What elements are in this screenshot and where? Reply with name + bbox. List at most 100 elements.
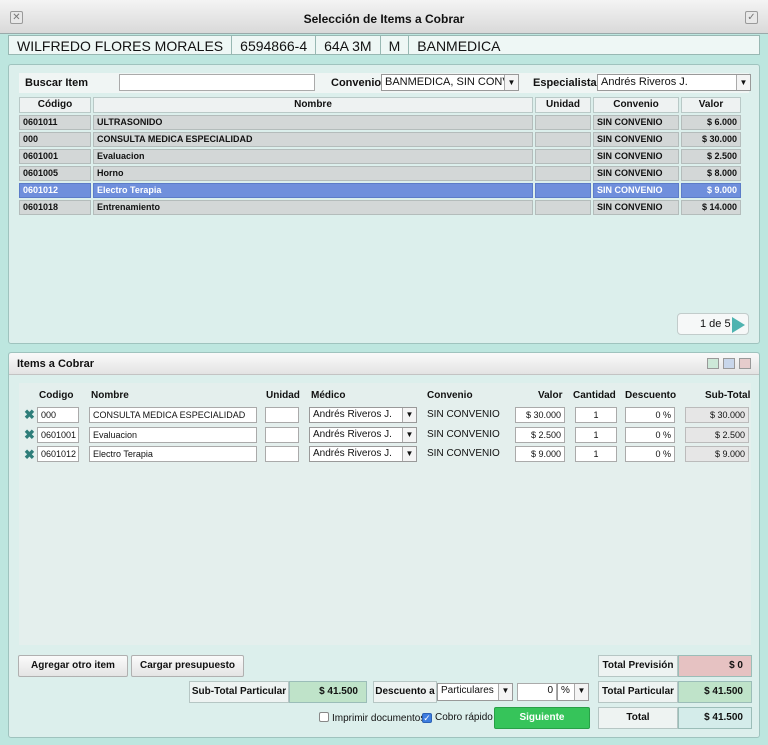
catalog-row[interactable]: 0601005 Horno SIN CONVENIO $ 8.000 bbox=[19, 166, 741, 182]
cell-valor: $ 30.000 bbox=[681, 132, 741, 147]
patient-name: WILFREDO FLORES MORALES bbox=[9, 36, 233, 54]
col-header-cantidad: Cantidad bbox=[573, 390, 616, 401]
confirm-check-icon[interactable]: ✓ bbox=[745, 11, 758, 24]
checkbox-box[interactable] bbox=[319, 712, 329, 722]
cell-unidad bbox=[535, 166, 591, 181]
total-value: $ 41.500 bbox=[678, 707, 752, 729]
cell-convenio: SIN CONVENIO bbox=[593, 166, 679, 181]
item-medico-select[interactable]: Andrés Riveros J. ▼ bbox=[309, 427, 417, 443]
especialista-label: Especialista bbox=[533, 77, 597, 89]
total-particular-value: $ 41.500 bbox=[678, 681, 752, 703]
buscar-label: Buscar Item bbox=[25, 77, 88, 89]
patient-insurer: BANMEDICA bbox=[417, 38, 501, 54]
cell-unidad bbox=[535, 149, 591, 164]
item-codigo-input[interactable]: 0601001 bbox=[37, 427, 79, 443]
patient-sex: M bbox=[381, 36, 410, 54]
total-particular-label: Total Particular bbox=[598, 681, 678, 703]
pagination: 1 de 5 bbox=[677, 313, 749, 335]
item-nombre-input[interactable]: Electro Terapia bbox=[89, 446, 257, 462]
especialista-select[interactable]: Andrés Riveros J. ▼ bbox=[597, 74, 751, 91]
remove-item-icon[interactable]: ✖ bbox=[24, 408, 35, 421]
cell-convenio: SIN CONVENIO bbox=[593, 200, 679, 215]
cell-nombre: ULTRASONIDO bbox=[93, 115, 533, 130]
item-cantidad-input[interactable]: 1 bbox=[575, 407, 617, 423]
col-header-nombre[interactable]: Nombre bbox=[93, 97, 533, 113]
catalog-row[interactable]: 0601001 Evaluacion SIN CONVENIO $ 2.500 bbox=[19, 149, 741, 165]
descuento-value-input[interactable]: 0 bbox=[517, 683, 557, 701]
cell-unidad bbox=[535, 115, 591, 130]
item-medico-select[interactable]: Andrés Riveros J. ▼ bbox=[309, 407, 417, 423]
convenio-select-value: BANMEDICA, SIN CONVE... bbox=[385, 76, 519, 88]
cell-valor: $ 8.000 bbox=[681, 166, 741, 181]
patient-age: 64A 3M bbox=[316, 36, 381, 54]
col-header-codigo[interactable]: Código bbox=[19, 97, 91, 113]
dialog-window: ✕ Selección de Items a Cobrar ✓ WILFREDO… bbox=[0, 0, 768, 745]
descuento-target-select[interactable]: Particulares ▼ bbox=[437, 683, 513, 701]
cell-codigo: 0601001 bbox=[19, 149, 91, 164]
view-red-icon[interactable] bbox=[739, 358, 751, 369]
total-label: Total bbox=[598, 707, 678, 729]
convenio-select[interactable]: BANMEDICA, SIN CONVE... ▼ bbox=[381, 74, 519, 91]
item-valor-input[interactable]: $ 9.000 bbox=[515, 446, 565, 462]
cell-codigo: 000 bbox=[19, 132, 91, 147]
cell-convenio: SIN CONVENIO bbox=[593, 132, 679, 147]
cargar-presupuesto-button[interactable]: Cargar presupuesto bbox=[131, 655, 244, 677]
item-medico-value: Andrés Riveros J. bbox=[313, 429, 392, 440]
item-unidad-input[interactable] bbox=[265, 407, 299, 423]
subtotal-particular-label: Sub-Total Particular bbox=[189, 681, 289, 703]
remove-item-icon[interactable]: ✖ bbox=[24, 448, 35, 461]
cell-codigo: 0601005 bbox=[19, 166, 91, 181]
catalog-row[interactable]: 0601011 ULTRASONIDO SIN CONVENIO $ 6.000 bbox=[19, 115, 741, 131]
cell-nombre: Evaluacion bbox=[93, 149, 533, 164]
cell-unidad bbox=[535, 132, 591, 147]
col-header-unidad[interactable]: Unidad bbox=[535, 97, 591, 113]
col-header-codigo: Codigo bbox=[39, 390, 74, 401]
next-page-icon[interactable] bbox=[732, 317, 745, 333]
check-icon[interactable]: ✓ bbox=[422, 713, 432, 723]
view-green-icon[interactable] bbox=[707, 358, 719, 369]
col-header-convenio[interactable]: Convenio bbox=[593, 97, 679, 113]
item-medico-select[interactable]: Andrés Riveros J. ▼ bbox=[309, 446, 417, 462]
catalog-row[interactable]: 000 CONSULTA MEDICA ESPECIALIDAD SIN CON… bbox=[19, 132, 741, 148]
especialista-select-value: Andrés Riveros J. bbox=[601, 76, 688, 88]
catalog-row[interactable]: 0601018 Entrenamiento SIN CONVENIO $ 14.… bbox=[19, 200, 741, 216]
item-codigo-input[interactable]: 000 bbox=[37, 407, 79, 423]
item-codigo-input[interactable]: 0601012 bbox=[37, 446, 79, 462]
col-header-valor[interactable]: Valor bbox=[681, 97, 741, 113]
catalog-row-selected[interactable]: 0601012 Electro Terapia SIN CONVENIO $ 9… bbox=[19, 183, 741, 199]
view-blue-icon[interactable] bbox=[723, 358, 735, 369]
descuento-unit-select[interactable]: % ▼ bbox=[557, 683, 589, 701]
chevron-down-icon: ▼ bbox=[402, 428, 416, 442]
buscar-input[interactable] bbox=[119, 74, 315, 91]
item-nombre-input[interactable]: CONSULTA MEDICA ESPECIALIDAD bbox=[89, 407, 257, 423]
item-nombre-input[interactable]: Evaluacion bbox=[89, 427, 257, 443]
items-panel-header: Items a Cobrar bbox=[9, 353, 759, 375]
item-unidad-input[interactable] bbox=[265, 446, 299, 462]
item-descuento-input[interactable]: 0 % bbox=[625, 407, 675, 423]
siguiente-button[interactable]: Siguiente bbox=[494, 707, 590, 729]
item-medico-value: Andrés Riveros J. bbox=[313, 448, 392, 459]
agregar-item-button[interactable]: Agregar otro item bbox=[18, 655, 128, 677]
item-valor-input[interactable]: $ 2.500 bbox=[515, 427, 565, 443]
cell-valor: $ 2.500 bbox=[681, 149, 741, 164]
search-row: Buscar Item Convenio BANMEDICA, SIN CONV… bbox=[19, 73, 751, 93]
col-header-subtotal: Sub-Total bbox=[705, 390, 751, 401]
cell-nombre: Electro Terapia bbox=[93, 183, 533, 198]
item-descuento-input[interactable]: 0 % bbox=[625, 427, 675, 443]
item-convenio: SIN CONVENIO bbox=[427, 448, 500, 459]
chevron-down-icon: ▼ bbox=[574, 684, 588, 700]
cell-valor: $ 9.000 bbox=[681, 183, 741, 198]
item-unidad-input[interactable] bbox=[265, 427, 299, 443]
col-header-medico: Médico bbox=[311, 390, 346, 401]
item-valor-input[interactable]: $ 30.000 bbox=[515, 407, 565, 423]
catalog-panel: Buscar Item Convenio BANMEDICA, SIN CONV… bbox=[8, 64, 760, 344]
cell-unidad bbox=[535, 200, 591, 215]
item-cantidad-input[interactable]: 1 bbox=[575, 427, 617, 443]
cobro-rapido-checkbox[interactable]: ✓ Cobro rápido bbox=[422, 712, 493, 724]
item-descuento-input[interactable]: 0 % bbox=[625, 446, 675, 462]
remove-item-icon[interactable]: ✖ bbox=[24, 428, 35, 441]
item-cantidad-input[interactable]: 1 bbox=[575, 446, 617, 462]
cell-unidad bbox=[535, 183, 591, 198]
patient-id: 6594866-4 bbox=[232, 36, 317, 54]
imprimir-checkbox[interactable]: Imprimir documentos bbox=[319, 712, 425, 725]
